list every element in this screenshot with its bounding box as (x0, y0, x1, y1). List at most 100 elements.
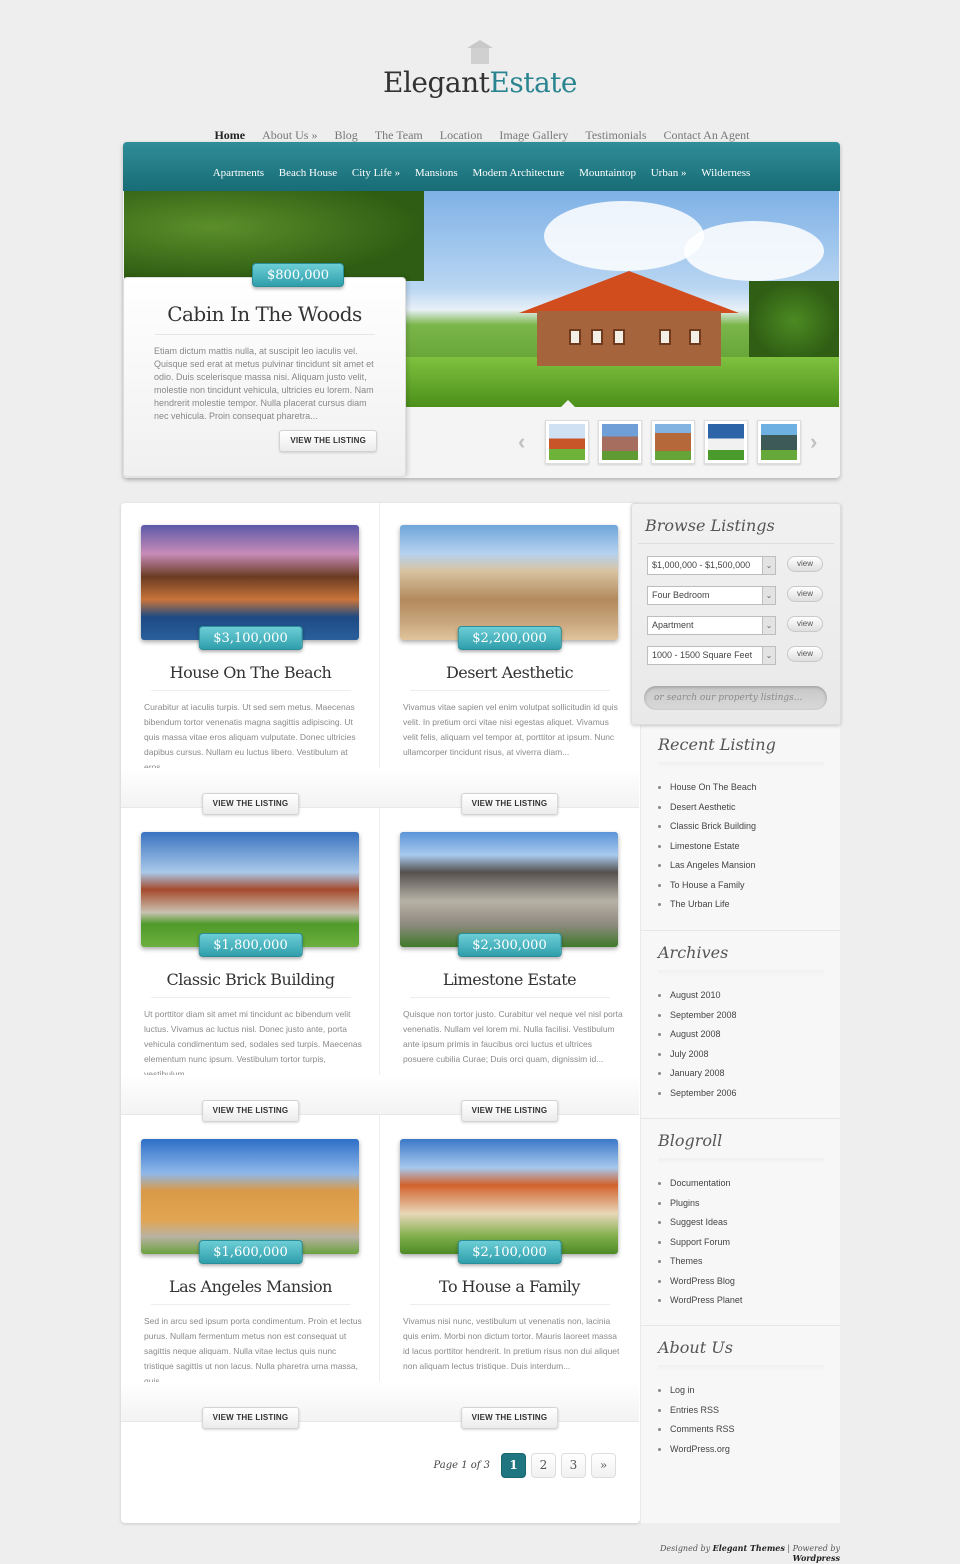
listing-title[interactable]: Classic Brick Building (121, 970, 380, 989)
listing-image[interactable] (400, 525, 618, 640)
view-bedroom-button[interactable]: view (787, 586, 823, 602)
house-illustration (519, 271, 739, 366)
listing-image[interactable] (400, 1139, 618, 1254)
view-listing-button[interactable]: View the Listing (201, 1407, 300, 1429)
site-logo[interactable]: ElegantEstate (0, 40, 960, 100)
nav-the-team[interactable]: The Team (375, 128, 423, 143)
blogroll-link[interactable]: Suggest Ideas (658, 1217, 841, 1237)
cat-urban[interactable]: Urban » (651, 167, 687, 179)
recent-link[interactable]: To House a Family (658, 880, 841, 900)
view-size-button[interactable]: view (787, 646, 823, 662)
bedroom-select[interactable]: Four Bedroom ⌄ (647, 586, 776, 605)
listing-title[interactable]: Las Angeles Mansion (121, 1277, 380, 1296)
listing-card: $2,100,000 To House a Family Vivamus nis… (380, 1117, 639, 1429)
comments-rss-link[interactable]: Comments RSS (658, 1424, 841, 1444)
divider (410, 1304, 610, 1305)
nav-image-gallery[interactable]: Image Gallery (499, 128, 568, 143)
view-listing-button[interactable]: View the Listing (460, 1407, 559, 1429)
recent-link[interactable]: Limestone Estate (658, 841, 841, 861)
thumbnail-strip: ‹ › (518, 417, 838, 467)
cat-wilderness[interactable]: Wilderness (701, 167, 750, 179)
listing-title[interactable]: Limestone Estate (380, 970, 639, 989)
blogroll-link[interactable]: Support Forum (658, 1237, 841, 1257)
size-select[interactable]: 1000 - 1500 Square Feet ⌄ (647, 646, 776, 665)
thumbnail-3[interactable] (651, 420, 695, 464)
listing-title[interactable]: Desert Aesthetic (380, 663, 639, 682)
view-type-button[interactable]: view (787, 616, 823, 632)
thumbnail-5[interactable] (757, 420, 801, 464)
archive-link[interactable]: September 2008 (658, 1010, 841, 1030)
pagination: Page 1 of 3 1 2 3 » (433, 1453, 616, 1478)
cat-city-life[interactable]: City Life » (352, 167, 400, 179)
nav-blog[interactable]: Blog (334, 128, 357, 143)
view-price-button[interactable]: view (787, 556, 823, 572)
featured-view-listing-button[interactable]: View the Listing (279, 430, 377, 452)
chevron-down-icon: ⌄ (762, 587, 775, 604)
listing-image[interactable] (400, 832, 618, 947)
featured-slider: Apartments Beach House City Life » Mansi… (123, 142, 840, 478)
nav-home[interactable]: Home (214, 128, 245, 143)
property-search-input[interactable]: or search our property listings... (644, 686, 827, 710)
footer-credits: Designed by Elegant Themes | Powered by … (660, 1543, 840, 1563)
listing-card: $2,200,000 Desert Aesthetic Vivamus vita… (380, 503, 639, 815)
divider (154, 334, 375, 335)
next-page-button[interactable]: » (591, 1453, 616, 1478)
nav-testimonials[interactable]: Testimonials (585, 128, 646, 143)
widget-title: Archives (658, 943, 729, 962)
nav-location[interactable]: Location (440, 128, 483, 143)
listing-title[interactable]: To House a Family (380, 1277, 639, 1296)
listing-image[interactable] (141, 832, 359, 947)
listing-price: $2,100,000 (457, 1240, 562, 1264)
recent-link[interactable]: Desert Aesthetic (658, 802, 841, 822)
next-arrow-icon[interactable]: › (810, 429, 817, 455)
thumbnail-1[interactable] (545, 420, 589, 464)
page-3-button[interactable]: 3 (561, 1453, 586, 1478)
recent-link[interactable]: House On The Beach (658, 782, 841, 802)
about-us-widget: About Us Log in Entries RSS Comments RSS… (641, 1328, 841, 1478)
login-link[interactable]: Log in (658, 1385, 841, 1405)
prev-arrow-icon[interactable]: ‹ (518, 429, 525, 455)
listing-image[interactable] (141, 1139, 359, 1254)
widget-title: About Us (658, 1338, 733, 1357)
blogroll-link[interactable]: WordPress Planet (658, 1295, 841, 1315)
cat-modern-architecture[interactable]: Modern Architecture (472, 167, 564, 179)
listing-excerpt: Ut porttitor diam sit amet mi tincidunt … (144, 1009, 362, 1079)
entries-rss-link[interactable]: Entries RSS (658, 1405, 841, 1425)
price-select[interactable]: $1,000,000 - $1,500,000 ⌄ (647, 556, 776, 575)
category-navigation: Apartments Beach House City Life » Mansi… (123, 142, 840, 191)
cat-beach-house[interactable]: Beach House (279, 167, 337, 179)
wordpress-org-link[interactable]: WordPress.org (658, 1444, 841, 1464)
cat-apartments[interactable]: Apartments (213, 167, 264, 179)
type-select[interactable]: Apartment ⌄ (647, 616, 776, 635)
recent-link[interactable]: Classic Brick Building (658, 821, 841, 841)
thumbnail-4[interactable] (704, 420, 748, 464)
recent-link[interactable]: Las Angeles Mansion (658, 860, 841, 880)
blogroll-link[interactable]: WordPress Blog (658, 1276, 841, 1296)
blogroll-link[interactable]: Plugins (658, 1198, 841, 1218)
page-1-button[interactable]: 1 (501, 1453, 526, 1478)
archive-link[interactable]: August 2010 (658, 990, 841, 1010)
listing-image[interactable] (141, 525, 359, 640)
archive-link[interactable]: September 2006 (658, 1088, 841, 1108)
chevron-down-icon: ⌄ (762, 557, 775, 574)
listing-price: $2,200,000 (457, 626, 562, 650)
listing-excerpt: Curabitur at iaculis turpis. Ut sed sem … (144, 702, 356, 772)
archive-link[interactable]: August 2008 (658, 1029, 841, 1049)
elegant-themes-link[interactable]: Elegant Themes (713, 1543, 785, 1553)
cat-mountaintop[interactable]: Mountaintop (579, 167, 636, 179)
nav-about-us[interactable]: About Us » (262, 128, 317, 143)
listing-title[interactable]: House On The Beach (121, 663, 380, 682)
wordpress-link[interactable]: Wordpress (793, 1553, 840, 1563)
blogroll-link[interactable]: Themes (658, 1256, 841, 1276)
blogroll-link[interactable]: Documentation (658, 1178, 841, 1198)
recent-link[interactable]: The Urban Life (658, 899, 841, 919)
archive-link[interactable]: January 2008 (658, 1068, 841, 1088)
logo-text-estate: Estate (489, 66, 577, 99)
featured-title[interactable]: Cabin In The Woods (124, 302, 405, 326)
nav-contact-agent[interactable]: Contact An Agent (664, 128, 750, 143)
cat-mansions[interactable]: Mansions (415, 167, 458, 179)
browse-listings-widget: Browse Listings $1,000,000 - $1,500,000 ⌄… (631, 503, 841, 725)
archive-link[interactable]: July 2008 (658, 1049, 841, 1069)
thumbnail-2[interactable] (598, 420, 642, 464)
page-2-button[interactable]: 2 (531, 1453, 556, 1478)
